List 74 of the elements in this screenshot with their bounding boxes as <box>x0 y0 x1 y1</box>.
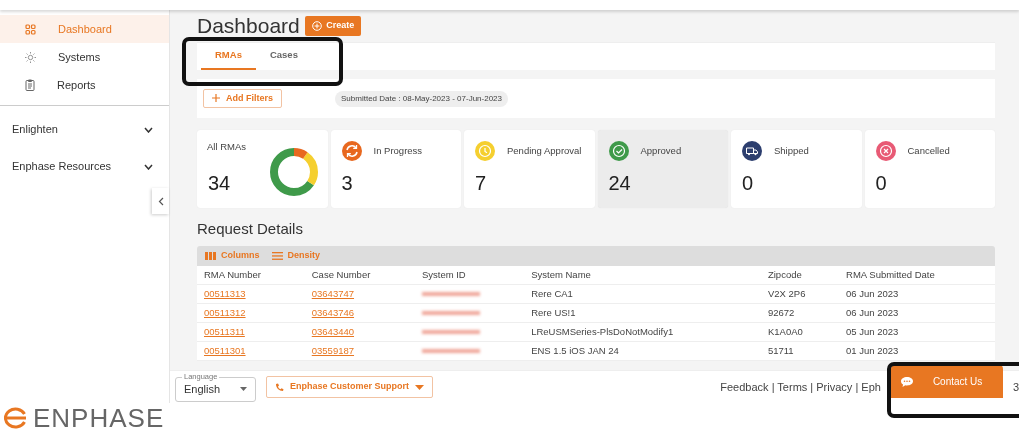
phone-icon <box>275 382 284 392</box>
column-header[interactable]: Case Number <box>304 265 415 285</box>
status-card[interactable]: In Progress 3 <box>330 130 461 208</box>
chevron-left-icon <box>157 197 164 207</box>
redacted-text <box>421 330 480 335</box>
card-count: 0 <box>875 171 887 196</box>
status-card[interactable]: Pending Approval 7 <box>464 130 595 208</box>
status-card[interactable]: Approved 24 <box>597 130 728 208</box>
card-label: Approved <box>640 143 682 158</box>
filter-chip: Submitted Date : 08-May-2023 - 07-Jun-2023 <box>335 90 508 107</box>
caret-icon <box>240 387 247 391</box>
collapse-button[interactable] <box>152 188 169 214</box>
logo-icon <box>3 406 27 429</box>
sidebar-item[interactable]: Systems <box>0 43 169 71</box>
footer-text: 3 <box>1012 379 1019 395</box>
table-cell: 92672 <box>760 303 840 323</box>
table-cell: 06 Jun 2023 <box>839 284 995 304</box>
caret-icon <box>415 384 424 390</box>
select-value: English <box>184 381 221 397</box>
section-title: Request Details <box>197 219 304 239</box>
card-count: 0 <box>742 171 754 196</box>
redacted-text <box>421 311 480 316</box>
table-cell: 51711 <box>760 341 840 361</box>
clipboard-icon <box>25 79 35 91</box>
sidebar-group[interactable]: Enphase Resources <box>0 148 169 185</box>
status-card[interactable]: All RMAs 34 <box>197 130 328 208</box>
sun-icon <box>25 51 36 63</box>
table-cell: Rere CA1 <box>524 284 761 304</box>
table-cell: 05 Jun 2023 <box>839 322 995 342</box>
check-icon <box>607 140 630 162</box>
logo-text: ENPHASE <box>33 404 165 431</box>
card-label: In Progress <box>373 143 423 158</box>
refresh-icon <box>340 140 363 162</box>
close-icon <box>874 140 897 162</box>
card-label: Cancelled <box>907 143 950 158</box>
table-cell: K1A0A0 <box>760 322 840 342</box>
donut-drawing <box>269 148 318 196</box>
card-label: Pending Approval <box>507 143 582 158</box>
column-header[interactable]: System ID <box>414 265 525 285</box>
card-count: 24 <box>608 171 631 196</box>
clock-icon <box>474 140 496 162</box>
redacted-text <box>421 349 480 354</box>
page-title: Dashboard <box>197 13 300 40</box>
chevron-icon <box>144 163 153 170</box>
chat-icon <box>900 376 913 387</box>
column-header[interactable]: RMA Number <box>197 265 305 285</box>
redacted-text <box>421 292 480 297</box>
card-label: Shipped <box>774 143 809 158</box>
footer-links[interactable]: Feedback | Terms | Privacy | Eph <box>720 378 881 396</box>
column-header[interactable]: Zipcode <box>760 265 840 285</box>
table-cell: Rere US!1 <box>524 303 761 323</box>
grid-icon <box>25 23 36 35</box>
table-cell: 01 Jun 2023 <box>839 341 995 361</box>
sidebar-item[interactable]: Reports <box>0 71 169 99</box>
columns-icon <box>205 251 216 260</box>
density-icon <box>271 251 283 260</box>
plus-circle-icon <box>312 21 323 31</box>
card-label: All RMAs <box>207 140 248 154</box>
tab[interactable]: Cases <box>255 39 312 70</box>
chevron-icon <box>144 126 153 133</box>
plus-icon <box>212 94 220 103</box>
card-count: 7 <box>475 171 487 196</box>
column-header[interactable]: RMA Submitted Date <box>839 265 995 285</box>
table-cell: LReUSMSeries-PlsDoNotModify1 <box>524 322 761 342</box>
card-count: 3 <box>341 171 353 196</box>
sidebar-group[interactable]: Enlighten <box>0 111 169 148</box>
card-count: 34 <box>208 171 231 196</box>
status-card[interactable]: Shipped 0 <box>731 130 862 208</box>
column-header[interactable]: System Name <box>524 265 761 285</box>
truck-icon <box>741 140 763 162</box>
status-card[interactable]: Cancelled 0 <box>864 130 995 208</box>
table-cell: V2X 2P6 <box>760 284 840 304</box>
table-cell: ENS 1.5 iOS JAN 24 <box>524 341 761 361</box>
table-cell: 06 Jun 2023 <box>839 303 995 323</box>
